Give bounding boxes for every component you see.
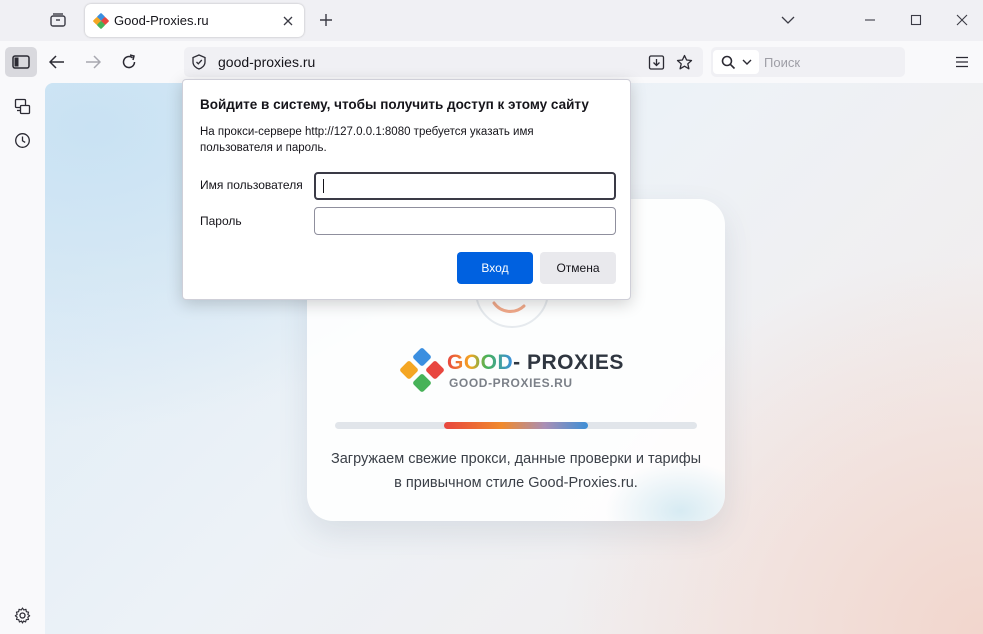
password-label: Пароль [200, 214, 242, 228]
forward-icon[interactable] [80, 49, 106, 75]
proxy-auth-dialog: Войдите в систему, чтобы получить доступ… [182, 79, 631, 300]
url-text[interactable]: good-proxies.ru [218, 54, 315, 70]
text-caret [323, 179, 324, 193]
maximize-icon[interactable] [903, 8, 929, 32]
search-bar[interactable]: Поиск [711, 47, 905, 77]
loading-progress-bar [335, 422, 697, 429]
site-favicon-icon [93, 13, 109, 29]
login-button[interactable]: Вход [457, 252, 533, 284]
settings-gear-icon[interactable] [12, 605, 32, 625]
history-clock-icon[interactable] [12, 130, 32, 150]
hamburger-menu-icon[interactable] [950, 49, 974, 75]
logo-good-text: GOOD [447, 351, 514, 374]
bookmark-star-icon[interactable] [674, 52, 694, 72]
logo-diamonds-icon [400, 348, 444, 392]
tab-list-icon[interactable] [45, 8, 71, 32]
list-all-tabs-chevron-icon[interactable] [775, 8, 801, 32]
tracking-protection-shield-icon[interactable] [191, 54, 207, 70]
save-to-pocket-icon[interactable] [646, 52, 666, 72]
synced-tabs-icon[interactable] [12, 96, 32, 116]
tab-close-icon[interactable] [279, 12, 296, 29]
dialog-title: Войдите в систему, чтобы получить доступ… [200, 97, 589, 112]
tab-title: Good-Proxies.ru [114, 13, 209, 28]
reload-icon[interactable] [116, 49, 142, 75]
url-bar[interactable]: good-proxies.ru [184, 47, 703, 77]
cancel-button[interactable]: Отмена [540, 252, 616, 284]
logo-subtitle: GOOD-PROXIES.RU [449, 376, 573, 390]
sidebar-toggle-icon[interactable] [5, 47, 37, 77]
loading-message: Загружаем свежие прокси, данные проверки… [330, 451, 702, 491]
minimize-icon[interactable] [857, 8, 883, 32]
browser-tab[interactable]: Good-Proxies.ru [85, 4, 304, 37]
password-field[interactable] [314, 207, 616, 235]
loading-progress-fill [443, 422, 589, 429]
sidebar [0, 83, 44, 634]
new-tab-icon[interactable] [316, 10, 336, 30]
logo-proxies-text: - PROXIES [513, 351, 624, 374]
username-label: Имя пользователя [200, 178, 303, 192]
tab-strip: Good-Proxies.ru [0, 0, 983, 41]
back-icon[interactable] [44, 49, 70, 75]
chevron-down-icon [742, 59, 751, 65]
close-window-icon[interactable] [949, 8, 975, 32]
search-input[interactable]: Поиск [764, 55, 800, 70]
username-field[interactable] [314, 172, 616, 200]
good-proxies-logo: GOOD- PROXIES GOOD-PROXIES.RU [399, 347, 639, 393]
navigation-toolbar: good-proxies.ru Поиск [0, 41, 983, 83]
search-icon [721, 55, 735, 69]
logo-wordmark: GOOD- PROXIES [447, 351, 624, 375]
dialog-message: На прокси-сервере http://127.0.0.1:8080 … [200, 126, 534, 154]
search-engine-button[interactable] [713, 50, 759, 74]
